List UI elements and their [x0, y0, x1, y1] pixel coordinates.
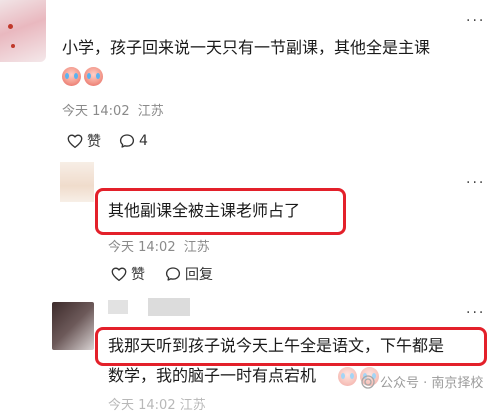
comment-text-line-2: 数学，我的脑子一时有点宕机: [108, 366, 317, 385]
watermark-text: 公众号 · 南京择校: [380, 376, 484, 391]
heart-icon: [67, 134, 83, 149]
comment-text-line-1: 我那天听到孩子说今天上午全是语文，下午都是: [108, 336, 445, 355]
like-button[interactable]: 赞: [110, 264, 145, 284]
crying-laugh-emoji-icon: [62, 66, 81, 86]
comment-meta: 今天 14:02 江苏: [108, 236, 210, 255]
like-button[interactable]: 赞: [66, 131, 101, 151]
crying-laugh-emoji-icon: [84, 66, 103, 86]
avatar-decoration: [8, 24, 13, 29]
comment-meta: 今天 14:02 江苏: [62, 100, 164, 119]
comment-time: 今天 14:02: [62, 104, 130, 119]
username-blurred: [148, 298, 190, 316]
like-label: 赞: [87, 134, 101, 150]
more-options-button[interactable]: ···: [466, 306, 485, 320]
watermark: 公众号 · 南京择校: [360, 372, 483, 391]
avatar-decoration: [11, 44, 15, 48]
crying-laugh-emoji-icon: [338, 366, 357, 386]
username-blurred: [108, 300, 128, 314]
comment-time: 今天 14:02: [108, 240, 176, 255]
comment-location: 江苏: [183, 240, 210, 255]
more-options-button[interactable]: ···: [466, 14, 485, 28]
avatar[interactable]: [52, 302, 94, 350]
comment-emojis: [62, 66, 106, 86]
heart-icon: [111, 267, 127, 282]
comment-meta: 今天 14:02 江苏: [108, 398, 206, 413]
reply-button[interactable]: 回复: [164, 264, 213, 284]
avatar[interactable]: [0, 0, 46, 62]
comment-bubble-icon: [165, 267, 181, 281]
reply-label: 回复: [185, 267, 213, 283]
comment-bubble-icon: [119, 134, 135, 148]
avatar[interactable]: [60, 162, 94, 202]
comment-location: 江苏: [137, 104, 164, 119]
comment-text: 其他副课全被主课老师占了: [108, 201, 301, 220]
wechat-official-account-icon: [361, 374, 375, 389]
more-options-button[interactable]: ···: [466, 176, 485, 190]
comment-text: 小学，孩子回来说一天只有一节副课，其他全是主课: [62, 38, 431, 57]
like-label: 赞: [131, 267, 145, 283]
reply-count: 4: [139, 133, 148, 149]
reply-button[interactable]: 4: [118, 131, 148, 151]
